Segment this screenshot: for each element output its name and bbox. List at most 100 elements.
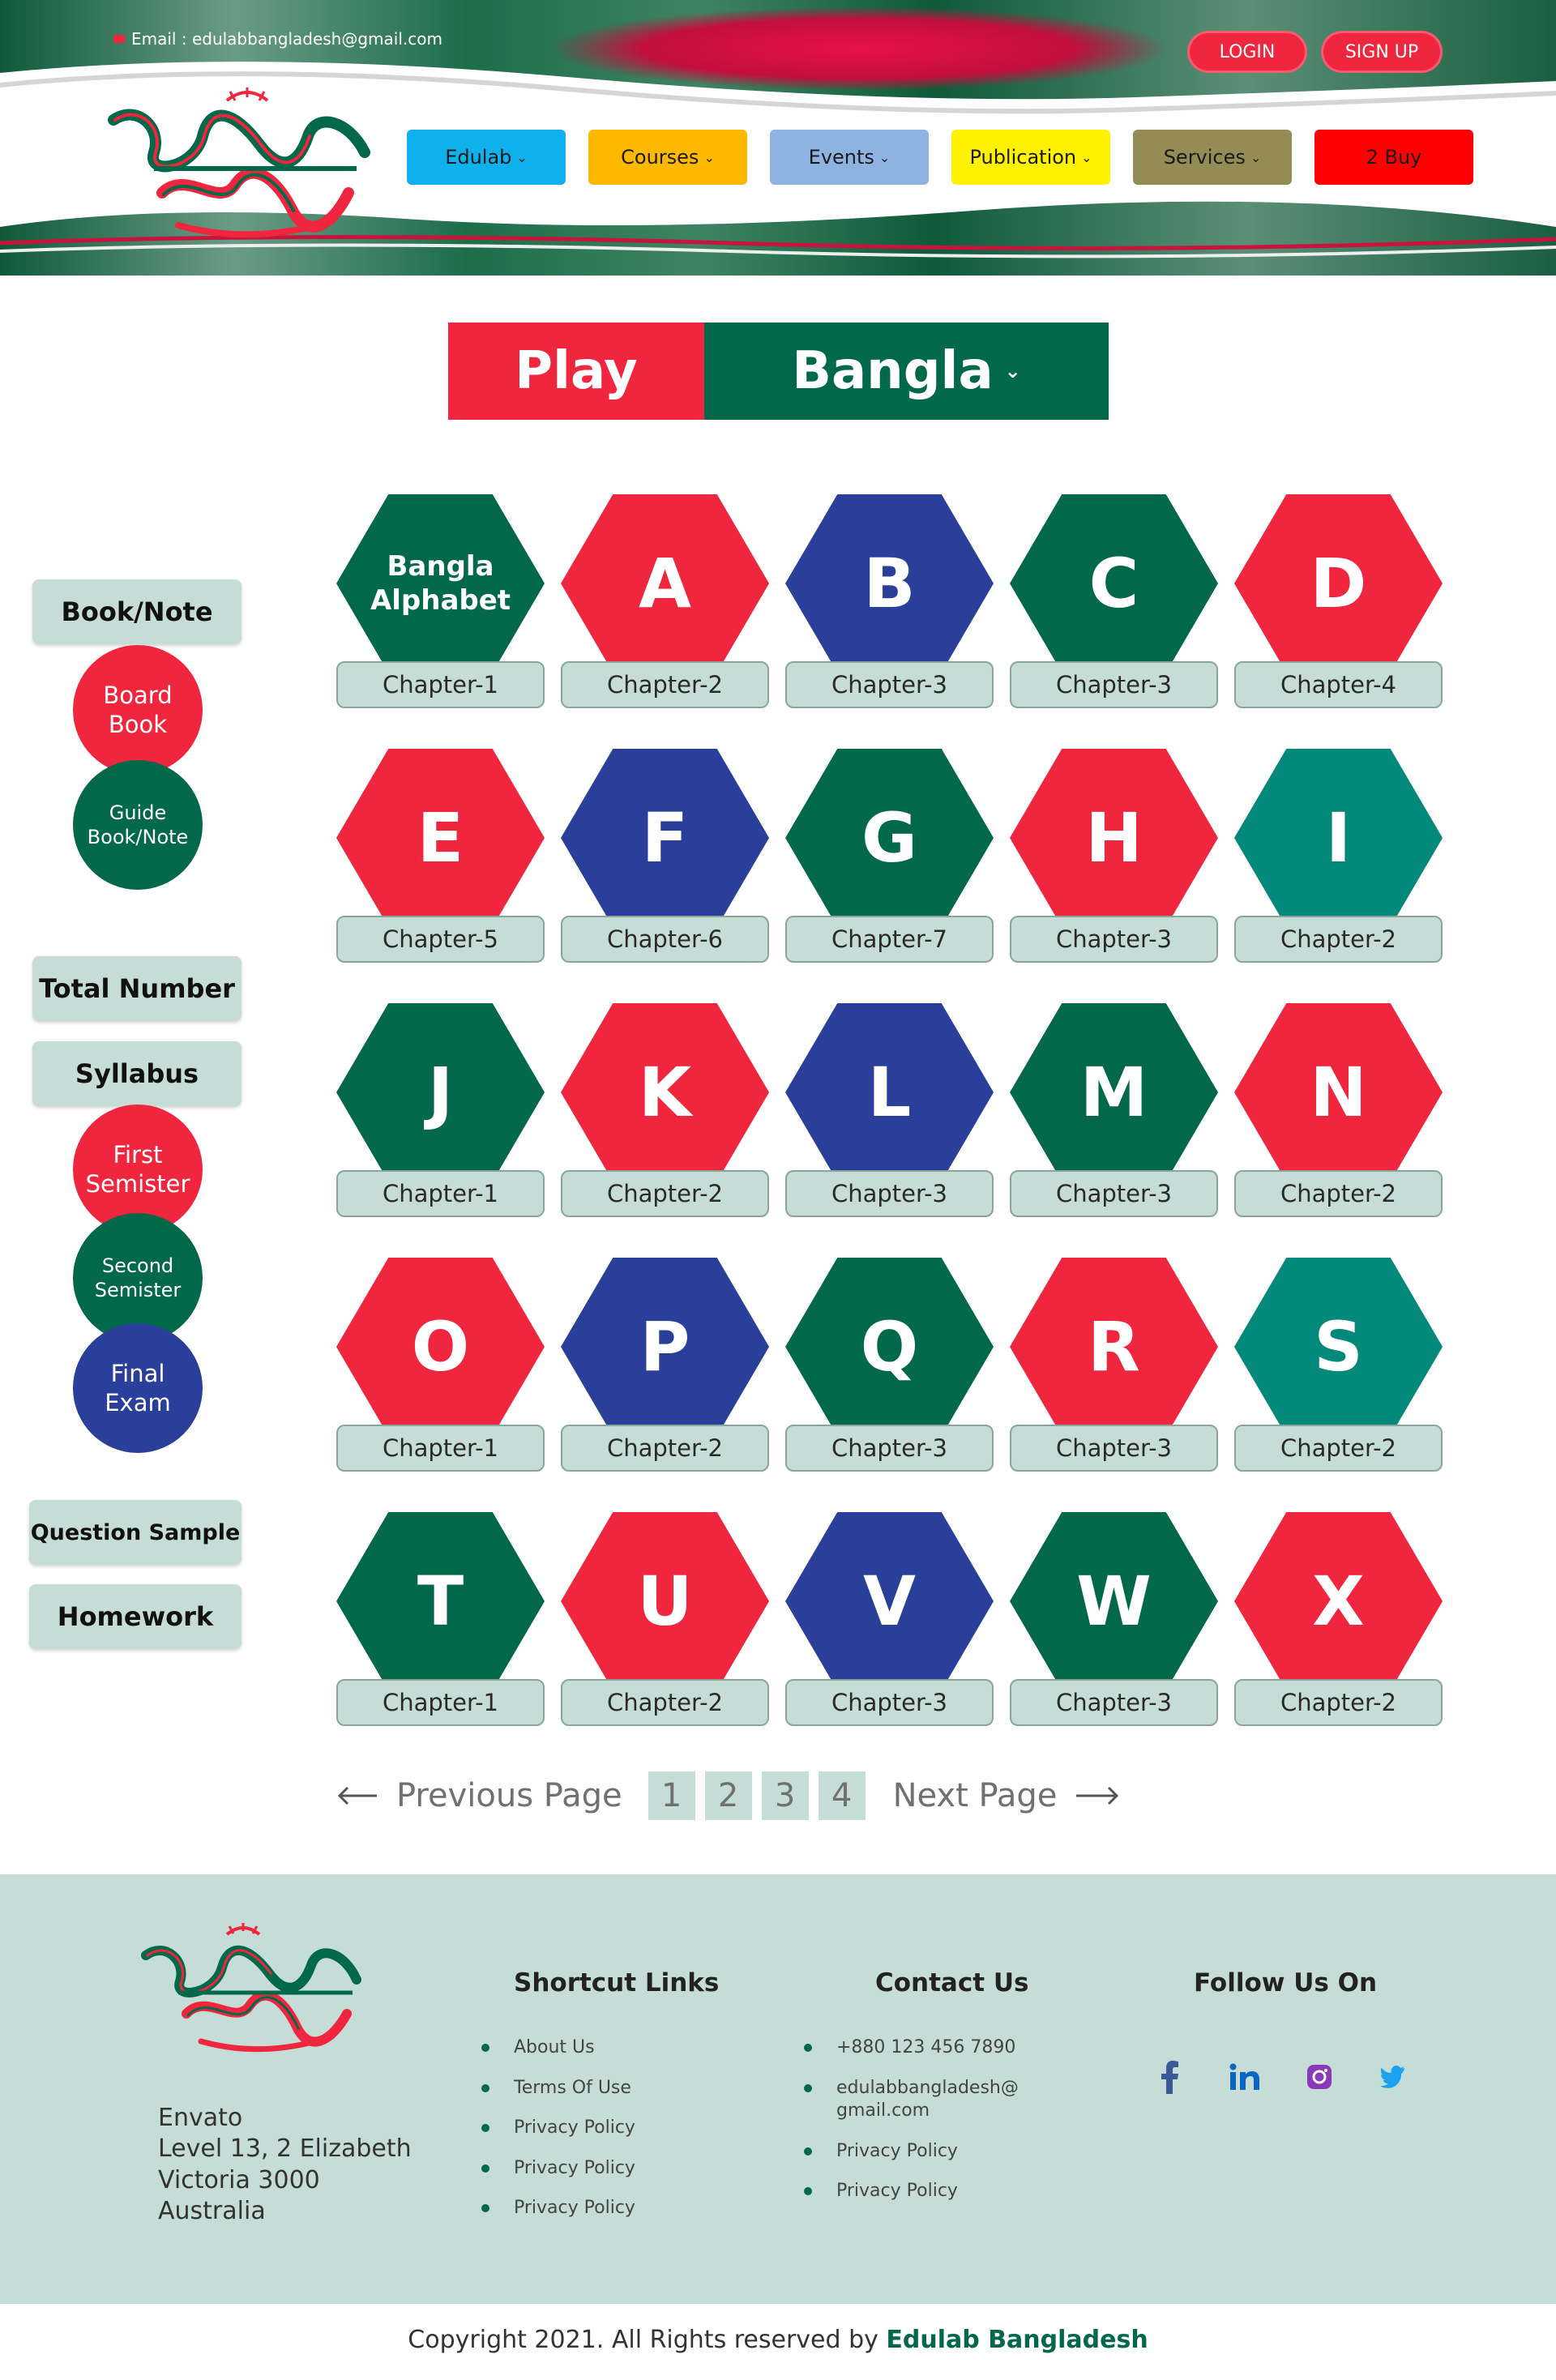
login-button[interactable]: LOGIN [1187,31,1307,73]
chapter-button[interactable]: Chapter-2 [1234,916,1443,963]
contact-item[interactable]: Privacy Policy [804,2140,1019,2164]
shortcut-link-item[interactable]: About Us [481,2036,635,2060]
letter-hexagon[interactable]: I [1234,749,1443,927]
chapter-button[interactable]: Chapter-2 [1234,1425,1443,1472]
contact-item[interactable]: +880 123 456 7890 [804,2036,1019,2060]
chapter-button[interactable]: Chapter-3 [785,1170,994,1217]
facebook-icon[interactable] [1155,2059,1186,2095]
previous-page-button[interactable]: Previous Page [336,1777,622,1814]
shortcut-link-item[interactable]: Privacy Policy [481,2197,635,2220]
twitter-icon[interactable] [1379,2059,1409,2095]
letter-hexagon[interactable]: P [561,1258,769,1436]
chapter-button[interactable]: Chapter-2 [561,1679,769,1726]
letter-card[interactable]: P Chapter-2 [561,1258,769,1472]
syllabus-tab[interactable]: Syllabus [32,1041,242,1106]
chapter-button[interactable]: Chapter-2 [561,661,769,708]
letter-card[interactable]: F Chapter-6 [561,749,769,963]
nav-edulab-button[interactable]: Edulab ⌄ [407,130,566,185]
chapter-button[interactable]: Chapter-3 [1010,916,1218,963]
page-2-button[interactable]: 2 [704,1771,752,1820]
letter-hexagon[interactable]: X [1234,1512,1443,1690]
chapter-button[interactable]: Chapter-1 [336,1170,545,1217]
letter-hexagon[interactable]: K [561,1003,769,1181]
chapter-button[interactable]: Chapter-2 [1234,1679,1443,1726]
letter-hexagon[interactable]: U [561,1512,769,1690]
guide-book-button[interactable]: Guide Book/Note [73,760,203,890]
final-exam-button[interactable]: Final Exam [73,1323,203,1453]
letter-card[interactable]: D Chapter-4 [1234,494,1443,708]
play-button[interactable]: Play [448,323,704,420]
linkedin-icon[interactable] [1229,2059,1260,2095]
chapter-button[interactable]: Chapter-3 [1010,661,1218,708]
copyright-brand-link[interactable]: Edulab Bangladesh [886,2326,1148,2354]
letter-hexagon[interactable]: B [785,494,994,673]
letter-hexagon[interactable]: N [1234,1003,1443,1181]
contact-item[interactable]: Privacy Policy [804,2180,1019,2203]
letter-card[interactable]: G Chapter-7 [785,749,994,963]
letter-hexagon[interactable]: T [336,1512,545,1690]
nav-courses-button[interactable]: Courses ⌄ [588,130,747,185]
letter-card[interactable]: Bangla Alphabet Chapter-1 [336,494,545,708]
page-3-button[interactable]: 3 [761,1771,809,1820]
chapter-button[interactable]: Chapter-3 [1010,1170,1218,1217]
chapter-button[interactable]: Chapter-1 [336,1679,545,1726]
letter-hexagon[interactable]: S [1234,1258,1443,1436]
chapter-button[interactable]: Chapter-3 [1010,1425,1218,1472]
nav-2-buy-button[interactable]: 2 Buy [1314,130,1473,185]
letter-hexagon[interactable]: C [1010,494,1218,673]
page-4-button[interactable]: 4 [818,1771,866,1820]
page-1-button[interactable]: 1 [648,1771,695,1820]
chapter-button[interactable]: Chapter-2 [561,1170,769,1217]
chapter-button[interactable]: Chapter-3 [785,1679,994,1726]
board-book-button[interactable]: Board Book [73,645,203,775]
nav-events-button[interactable]: Events ⌄ [770,130,929,185]
letter-card[interactable]: X Chapter-2 [1234,1512,1443,1726]
letter-hexagon[interactable]: E [336,749,545,927]
letter-card[interactable]: I Chapter-2 [1234,749,1443,963]
letter-card[interactable]: T Chapter-1 [336,1512,545,1726]
instagram-icon[interactable] [1304,2059,1335,2095]
header-email[interactable]: Email : edulabbangladesh@gmail.com [113,29,442,49]
chapter-button[interactable]: Chapter-3 [785,661,994,708]
letter-hexagon[interactable]: J [336,1003,545,1181]
letter-hexagon[interactable]: Bangla Alphabet [336,494,545,673]
footer-logo[interactable] [138,1923,365,2061]
edulab-bangladesh-logo[interactable] [105,88,373,250]
question-sample-tab[interactable]: Question Sample [29,1500,242,1565]
letter-hexagon[interactable]: V [785,1512,994,1690]
chapter-button[interactable]: Chapter-4 [1234,661,1443,708]
chapter-button[interactable]: Chapter-2 [561,1425,769,1472]
shortcut-link-item[interactable]: Privacy Policy [481,2117,635,2140]
signup-button[interactable]: SIGN UP [1321,31,1443,73]
chapter-button[interactable]: Chapter-2 [1234,1170,1443,1217]
letter-hexagon[interactable]: G [785,749,994,927]
contact-item[interactable]: edulabbangladesh@ gmail.com [804,2077,1019,2123]
nav-publication-button[interactable]: Publication ⌄ [951,130,1110,185]
chapter-button[interactable]: Chapter-5 [336,916,545,963]
chapter-button[interactable]: Chapter-7 [785,916,994,963]
letter-card[interactable]: C Chapter-3 [1010,494,1218,708]
letter-hexagon[interactable]: D [1234,494,1443,673]
next-page-button[interactable]: Next Page [893,1777,1121,1814]
letter-card[interactable]: V Chapter-3 [785,1512,994,1726]
letter-card[interactable]: J Chapter-1 [336,1003,545,1217]
chapter-button[interactable]: Chapter-1 [336,661,545,708]
letter-card[interactable]: O Chapter-1 [336,1258,545,1472]
letter-hexagon[interactable]: W [1010,1512,1218,1690]
letter-card[interactable]: A Chapter-2 [561,494,769,708]
letter-card[interactable]: U Chapter-2 [561,1512,769,1726]
total-number-tab[interactable]: Total Number [32,956,242,1021]
chapter-button[interactable]: Chapter-6 [561,916,769,963]
letter-hexagon[interactable]: R [1010,1258,1218,1436]
letter-hexagon[interactable]: M [1010,1003,1218,1181]
letter-hexagon[interactable]: H [1010,749,1218,927]
subject-select[interactable]: Bangla ⌄ [704,323,1109,420]
letter-card[interactable]: B Chapter-3 [785,494,994,708]
chapter-button[interactable]: Chapter-1 [336,1425,545,1472]
letter-card[interactable]: M Chapter-3 [1010,1003,1218,1217]
letter-card[interactable]: W Chapter-3 [1010,1512,1218,1726]
letter-card[interactable]: Q Chapter-3 [785,1258,994,1472]
letter-card[interactable]: L Chapter-3 [785,1003,994,1217]
chapter-button[interactable]: Chapter-3 [1010,1679,1218,1726]
nav-services-button[interactable]: Services ⌄ [1133,130,1292,185]
